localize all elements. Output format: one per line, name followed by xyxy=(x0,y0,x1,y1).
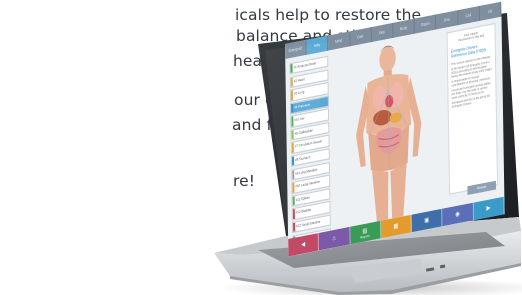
toolbar-icon: ⌂ xyxy=(332,234,336,243)
driver-list-label: #7 Circulation Sexual xyxy=(294,138,322,150)
driver-color-indicator xyxy=(292,182,295,193)
driver-color-indicator xyxy=(292,222,295,233)
driver-list-label: #13 Small Intestine xyxy=(296,218,321,229)
tab-diet[interactable]: Diet xyxy=(349,27,372,47)
tab-dna[interactable]: Dna xyxy=(436,10,459,30)
driver-color-indicator xyxy=(290,63,293,74)
driver-color-indicator xyxy=(291,143,294,153)
tab-energetic[interactable]: Energetic xyxy=(285,39,307,59)
driver-color-indicator xyxy=(291,116,294,127)
tab-organ[interactable]: Organ xyxy=(414,14,437,34)
driver-list-label: #3 Lung xyxy=(293,89,305,97)
driver-list-label: #4 Pancreas xyxy=(294,101,311,110)
tab-cell[interactable]: Cell xyxy=(458,5,480,26)
driver-list-label: #5 Liver xyxy=(294,115,305,123)
driver-color-indicator xyxy=(292,169,294,180)
driver-color-indicator xyxy=(291,103,293,114)
info-panel: Paul Casper Introduction to this tool En… xyxy=(446,22,499,195)
toolbar-icon: ▦ xyxy=(393,222,399,231)
toolbar-button[interactable]: ◉ xyxy=(442,202,474,227)
toolbar-icon: ▶ xyxy=(486,204,491,213)
laptop-screen: Energetic Info Mind Diet Skin Body Organ… xyxy=(247,1,519,257)
app-window: Energetic Info Mind Diet Skin Body Organ… xyxy=(285,1,505,257)
driver-color-indicator xyxy=(290,77,293,87)
info-body-text: This screen reports on the integrity of … xyxy=(451,55,492,110)
driver-color-indicator xyxy=(291,156,294,167)
driver-list-label: #2 Heart xyxy=(293,75,305,84)
tab-oil[interactable]: Oil xyxy=(479,1,502,21)
driver-list-label: #10 Large Intestine xyxy=(295,179,320,189)
driver-list-label: #9 Lung Meridian xyxy=(295,166,318,176)
toolbar-icon: ◀ xyxy=(301,240,306,249)
driver-color-indicator xyxy=(292,196,295,206)
toolbar-icon: ◉ xyxy=(455,210,460,219)
tab-info[interactable]: Info xyxy=(306,35,329,55)
tab-body[interactable]: Body xyxy=(393,18,416,38)
driver-list-label: #11 Spleen xyxy=(295,194,310,203)
driver-color-indicator xyxy=(291,130,294,140)
driver-color-indicator xyxy=(292,209,295,219)
toolbar-icon: ▣ xyxy=(424,216,430,225)
driver-list-label: #8 Stomach xyxy=(295,154,311,163)
driver-list-label: #6 Gallbladder xyxy=(294,127,314,137)
driver-color-indicator xyxy=(290,90,293,100)
driver-list-label: #12 Bladder xyxy=(295,207,312,216)
energetic-driver-list: #1 Anatomy Brain #2 Heart #3 Lung #4 Pancre… xyxy=(289,55,332,257)
human-body-figure xyxy=(356,45,422,222)
tab-mind[interactable]: Mind xyxy=(328,31,351,51)
toolbar-button[interactable]: ▶ xyxy=(473,196,505,221)
tab-skin[interactable]: Skin xyxy=(371,22,394,43)
driver-list-label: #1 Anatomy Brain xyxy=(293,60,317,70)
